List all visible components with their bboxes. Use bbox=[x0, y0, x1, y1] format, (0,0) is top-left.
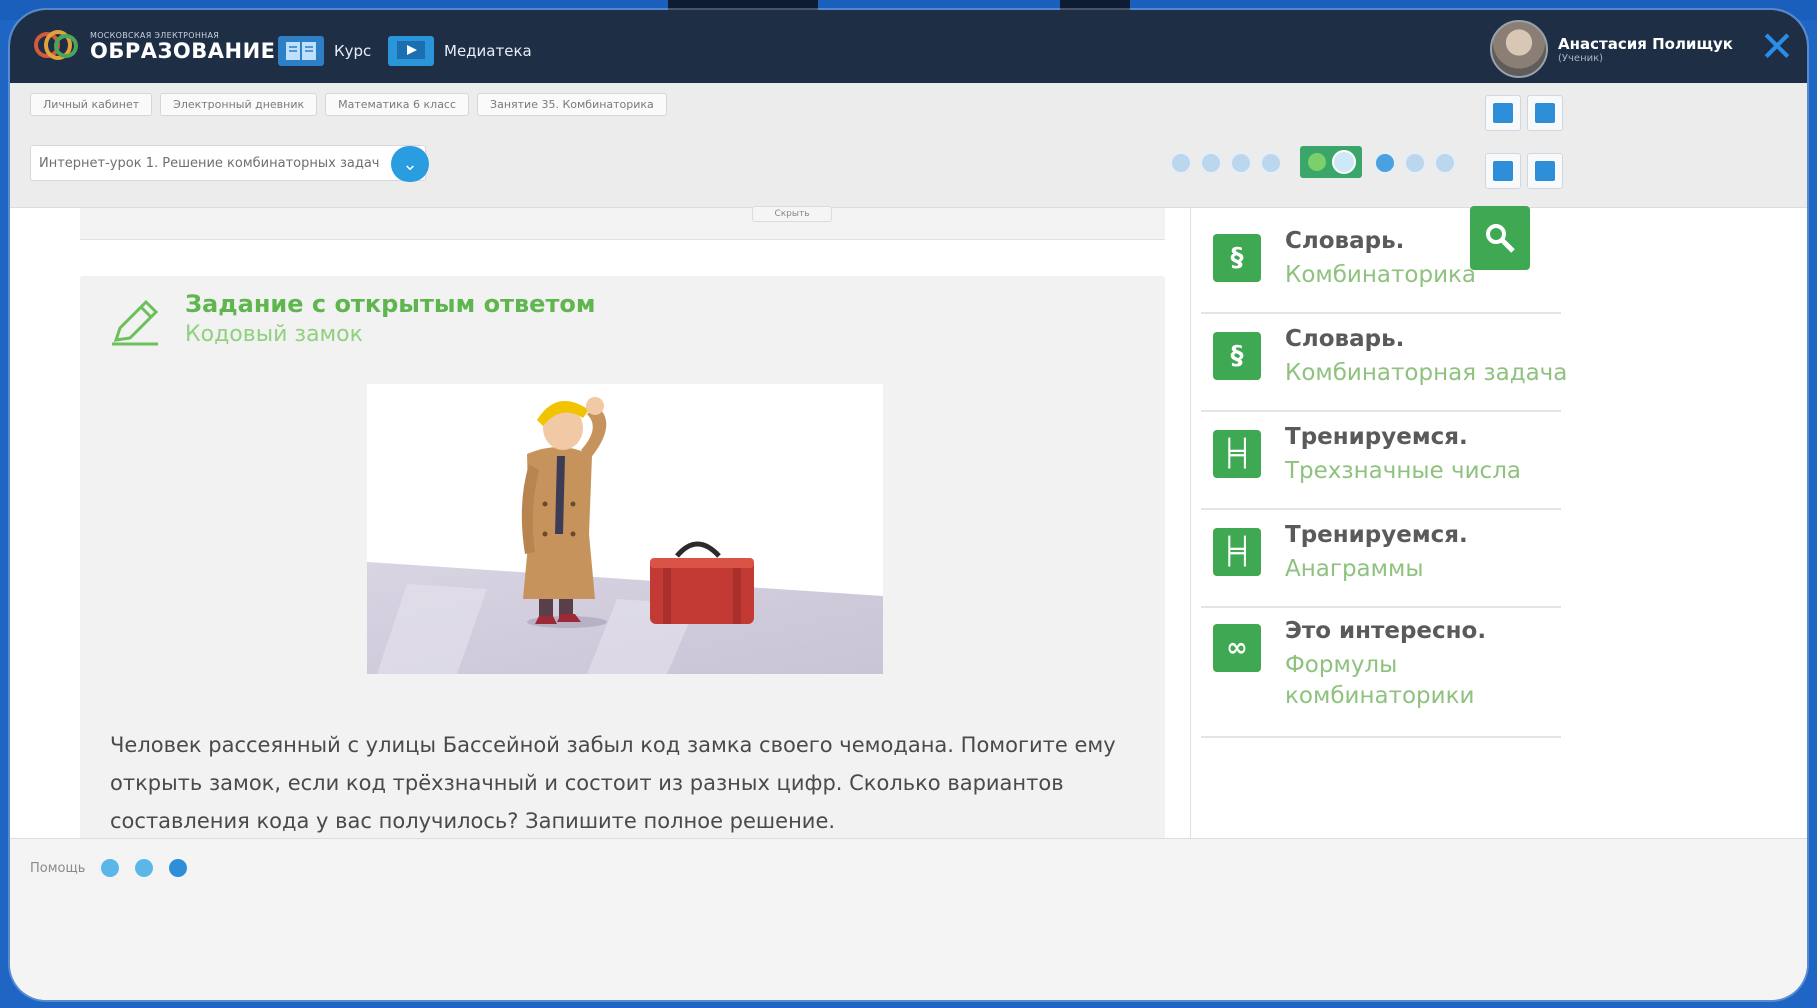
logo-title: ОБРАЗОВАНИЕ bbox=[90, 38, 276, 63]
resource-subtitle: Трехзначные числа bbox=[1285, 458, 1521, 484]
binoculars-icon: ∞ bbox=[1213, 624, 1261, 672]
task-card: Задание с открытым ответом Кодовый замок bbox=[80, 276, 1165, 846]
book-icon bbox=[278, 36, 324, 66]
breadcrumb-item[interactable]: Электронный дневник bbox=[160, 93, 318, 116]
resource-subtitle: Анаграммы bbox=[1285, 556, 1424, 582]
notes-icon[interactable] bbox=[1485, 95, 1521, 131]
dictionary-icon: § bbox=[1213, 234, 1261, 282]
breadcrumb: Личный кабинет Электронный дневник Матем… bbox=[30, 93, 667, 116]
previous-block bbox=[80, 208, 1165, 240]
resources-panel: § Словарь. Комбинаторика § Словарь. Комб… bbox=[1190, 208, 1802, 838]
resource-item[interactable]: ∞ Это интересно. Формулы комбинаторики bbox=[1201, 610, 1561, 738]
search-icon[interactable] bbox=[1470, 206, 1530, 270]
dumbbell-icon: ╞╡ bbox=[1213, 528, 1261, 576]
resource-title: Тренируемся. bbox=[1285, 522, 1468, 548]
resource-subtitle: Комбинаторная задача bbox=[1285, 360, 1568, 386]
user-role: (Ученик) bbox=[1558, 52, 1604, 64]
chevron-down-icon[interactable]: ⌄ bbox=[391, 146, 429, 182]
resource-title: Тренируемся. bbox=[1285, 424, 1468, 450]
resource-title: Словарь. bbox=[1285, 326, 1405, 352]
previous-icon[interactable] bbox=[1200, 152, 1222, 174]
status-bar: Помощь bbox=[10, 838, 1807, 1000]
forward-icon[interactable] bbox=[1434, 152, 1456, 174]
toggle-right-knob bbox=[1332, 150, 1356, 174]
resource-item[interactable]: § Словарь. Комбинаторная задача bbox=[1201, 316, 1567, 412]
nav-course[interactable]: Курс bbox=[278, 36, 371, 66]
dictionary-icon: § bbox=[1213, 332, 1261, 380]
rewind-icon[interactable] bbox=[1170, 152, 1192, 174]
media-icon bbox=[388, 36, 434, 66]
pencil-icon bbox=[108, 296, 162, 350]
calendar-icon[interactable] bbox=[1527, 95, 1563, 131]
task-subtitle: Кодовый замок bbox=[185, 322, 363, 347]
nav-course-label: Курс bbox=[334, 42, 372, 60]
chat-icon[interactable] bbox=[1527, 153, 1563, 189]
user-name: Анастасия Полищук bbox=[1558, 34, 1733, 53]
mode-toggle[interactable] bbox=[1300, 146, 1362, 178]
breadcrumb-item[interactable]: Личный кабинет bbox=[30, 93, 153, 116]
dumbbell-icon: ╞╡ bbox=[1213, 430, 1261, 478]
next-icon[interactable] bbox=[1404, 152, 1426, 174]
breadcrumb-item[interactable]: Математика 6 класс bbox=[325, 93, 470, 116]
resource-title: Это интересно. bbox=[1285, 618, 1487, 644]
task-title: Задание с открытым ответом bbox=[185, 290, 596, 318]
lesson-toolbar: Личный кабинет Электронный дневник Матем… bbox=[10, 83, 1807, 208]
lesson-content: Скрыть Задание с открытым ответом Кодовы… bbox=[10, 206, 1180, 846]
lesson-select-value: Интернет-урок 1. Решение комбинаторных з… bbox=[39, 155, 380, 171]
breadcrumb-item[interactable]: Занятие 35. Комбинаторика bbox=[477, 93, 667, 116]
task-illustration bbox=[367, 384, 883, 674]
resource-subtitle: комбинаторики bbox=[1285, 683, 1475, 709]
avatar bbox=[1490, 20, 1549, 78]
hide-button[interactable]: Скрыть bbox=[752, 206, 832, 222]
lesson-select[interactable]: Интернет-урок 1. Решение комбинаторных з… bbox=[30, 145, 429, 182]
resource-subtitle: Комбинаторика bbox=[1285, 262, 1477, 288]
resource-title: Словарь. bbox=[1285, 228, 1405, 254]
logo-icon bbox=[34, 28, 80, 64]
play-icon[interactable] bbox=[1230, 152, 1252, 174]
table-icon[interactable] bbox=[1485, 153, 1521, 189]
info-icon[interactable] bbox=[169, 859, 188, 877]
resource-subtitle: Формулы bbox=[1285, 652, 1398, 678]
footer-label: Помощь bbox=[30, 860, 86, 876]
user-icon[interactable] bbox=[135, 859, 154, 877]
nav-media-label: Медиатека bbox=[444, 42, 532, 60]
close-icon[interactable]: ✕ bbox=[1747, 10, 1807, 83]
resource-item[interactable]: ╞╡ Тренируемся. Трехзначные числа bbox=[1201, 414, 1561, 510]
nav-media[interactable]: Медиатека bbox=[388, 36, 532, 66]
tools-icon[interactable] bbox=[101, 859, 120, 877]
edit-icon[interactable] bbox=[1260, 152, 1282, 174]
record-icon[interactable] bbox=[1374, 152, 1396, 174]
app-window: МОСКОВСКАЯ ЭЛЕКТРОННАЯ ОБРАЗОВАНИЕ Курс … bbox=[10, 10, 1807, 1000]
user-profile[interactable]: Анастасия Полищук (Ученик) bbox=[1490, 20, 1733, 78]
logo[interactable]: МОСКОВСКАЯ ЭЛЕКТРОННАЯ ОБРАЗОВАНИЕ bbox=[34, 28, 276, 64]
task-text: Человек рассеянный с улицы Бассейной заб… bbox=[110, 733, 1116, 833]
toggle-left-knob bbox=[1308, 153, 1326, 171]
resource-item[interactable]: ╞╡ Тренируемся. Анаграммы bbox=[1201, 512, 1561, 608]
top-header: МОСКОВСКАЯ ЭЛЕКТРОННАЯ ОБРАЗОВАНИЕ Курс … bbox=[10, 10, 1807, 83]
